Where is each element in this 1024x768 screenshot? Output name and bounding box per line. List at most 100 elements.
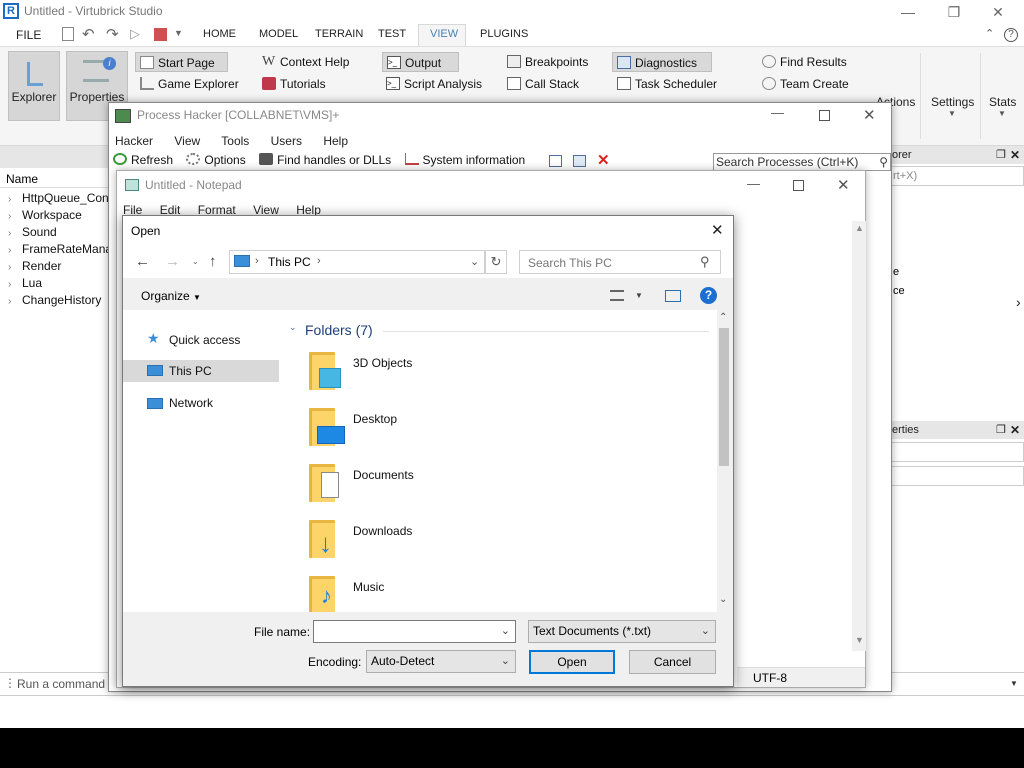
close-panel-icon[interactable]: ✕ xyxy=(1010,146,1020,164)
tab-model[interactable]: MODEL xyxy=(259,28,298,40)
file-menu[interactable]: FILE xyxy=(16,28,41,42)
close-panel-icon[interactable]: ✕ xyxy=(1010,421,1020,439)
tab-test[interactable]: TEST xyxy=(378,28,406,40)
cancel-button[interactable]: Cancel xyxy=(629,650,716,674)
team-create-button[interactable]: Team Create xyxy=(758,74,849,94)
game-explorer-button[interactable]: Game Explorer xyxy=(136,74,239,94)
preview-pane-icon[interactable] xyxy=(665,290,681,302)
ph-maximize-button[interactable] xyxy=(819,110,830,121)
scroll-up-icon[interactable]: ⌃ xyxy=(719,312,727,323)
tree-item[interactable]: › Lua xyxy=(8,276,42,290)
script-analysis-button[interactable]: >_ Script Analysis xyxy=(382,74,482,94)
nav-network[interactable]: Network xyxy=(123,392,283,414)
tree-item[interactable]: › Sound xyxy=(8,225,57,239)
studio-maximize-button[interactable]: ❐ xyxy=(938,2,970,22)
stats-button[interactable]: Stats xyxy=(989,95,1016,109)
np-minimize-button[interactable]: — xyxy=(747,176,760,191)
tab-plugins[interactable]: PLUGINS xyxy=(480,28,528,40)
window-arrow-icon[interactable] xyxy=(573,155,586,167)
undock-icon[interactable]: ❐ xyxy=(996,421,1006,439)
system-information-button[interactable]: System information xyxy=(404,153,525,167)
terminate-icon[interactable]: ✕ xyxy=(597,151,610,169)
address-dropdown-icon[interactable]: ⌄ xyxy=(470,255,479,268)
undo-icon[interactable]: ↶ xyxy=(82,25,95,43)
np-maximize-button[interactable] xyxy=(793,180,804,191)
ph-menu-tools[interactable]: Tools xyxy=(221,134,249,148)
tutorials-button[interactable]: Tutorials xyxy=(258,74,326,94)
nav-this-pc[interactable]: This PC xyxy=(123,360,279,382)
ph-menu-view[interactable]: View xyxy=(174,134,200,148)
scroll-up-icon[interactable]: ▲ xyxy=(855,223,864,233)
ph-search-input[interactable]: Search Processes (Ctrl+K) ⚲ xyxy=(713,153,891,171)
group-collapse-icon[interactable]: ⌄ xyxy=(289,322,297,333)
tree-item[interactable]: › FrameRateMana xyxy=(8,242,112,256)
folder-item[interactable]: ↓ Downloads xyxy=(307,518,457,568)
properties-filter-input[interactable] xyxy=(890,442,1024,462)
up-arrow-icon[interactable]: ↑ xyxy=(209,253,217,270)
tree-item[interactable]: › HttpQueue_Con xyxy=(8,191,109,205)
file-name-dropdown-icon[interactable]: ⌄ xyxy=(501,621,510,642)
studio-close-button[interactable]: ✕ xyxy=(982,2,1014,22)
tree-item[interactable]: › Render xyxy=(8,259,61,273)
scroll-down-icon[interactable]: ▼ xyxy=(855,635,864,645)
scroll-down-icon[interactable]: ⌄ xyxy=(719,594,727,605)
tab-terrain[interactable]: TERRAIN xyxy=(315,28,363,40)
view-dropdown-icon[interactable]: ▼ xyxy=(635,291,643,300)
find-results-button[interactable]: Find Results xyxy=(758,52,847,72)
organize-menu[interactable]: Organize ▼ xyxy=(141,289,201,303)
tab-home[interactable]: HOME xyxy=(203,28,236,40)
play-icon[interactable]: ▷ xyxy=(130,26,140,42)
folder-item[interactable]: 3D Objects xyxy=(307,350,457,400)
ph-menu-help[interactable]: Help xyxy=(323,134,348,148)
command-input[interactable]: Run a command xyxy=(17,677,105,691)
scrollbar-thumb[interactable] xyxy=(719,328,729,466)
dialog-search-input[interactable]: Search This PC ⚲ xyxy=(519,250,721,274)
options-button[interactable]: Options xyxy=(186,153,246,167)
tab-view[interactable]: VIEW xyxy=(430,28,458,40)
diagnostics-button[interactable]: Diagnostics xyxy=(612,52,712,72)
redo-icon[interactable]: ↷ xyxy=(106,25,119,43)
output-button[interactable]: >_ Output xyxy=(382,52,459,72)
stop-icon[interactable] xyxy=(154,28,167,41)
back-arrow-icon[interactable]: ← xyxy=(135,253,150,270)
window-icon[interactable] xyxy=(549,155,562,167)
file-type-select[interactable]: Text Documents (*.txt) ⌄ xyxy=(528,620,716,643)
open-button[interactable]: Open xyxy=(529,650,615,674)
encoding-select[interactable]: Auto-Detect ⌄ xyxy=(366,650,516,673)
explorer-button[interactable]: Explorer xyxy=(8,51,60,121)
explorer-filter-input[interactable]: rt+X) xyxy=(890,166,1024,186)
breakpoints-button[interactable]: Breakpoints xyxy=(503,52,588,72)
help-icon[interactable]: ? xyxy=(700,287,717,304)
tree-item[interactable]: › Workspace xyxy=(8,208,82,222)
quick-access-dropdown-icon[interactable]: ▼ xyxy=(174,28,183,38)
new-file-icon[interactable] xyxy=(62,27,74,41)
refresh-button[interactable]: Refresh xyxy=(113,153,173,167)
folder-item[interactable]: ♪ Music xyxy=(307,574,457,612)
command-dropdown-icon[interactable]: ▼ xyxy=(1010,679,1018,688)
nav-quick-access[interactable]: Quick access ★ xyxy=(123,329,283,351)
folders-group-header[interactable]: Folders (7) xyxy=(305,322,373,338)
start-page-button[interactable]: Start Page xyxy=(135,52,228,72)
ph-close-button[interactable]: ✕ xyxy=(863,106,876,124)
settings-button[interactable]: Settings xyxy=(931,95,974,109)
tree-item[interactable]: › ChangeHistory xyxy=(8,293,101,307)
folder-list-scrollbar[interactable]: ⌃ ⌄ xyxy=(717,312,731,610)
call-stack-button[interactable]: Call Stack xyxy=(503,74,579,94)
forward-arrow-icon[interactable]: → xyxy=(165,253,180,270)
refresh-icon[interactable]: ↻ xyxy=(485,250,507,274)
ph-menu-users[interactable]: Users xyxy=(271,134,302,148)
address-bar[interactable]: › This PC › ⌄ xyxy=(229,250,485,274)
undock-icon[interactable]: ❐ xyxy=(996,146,1006,164)
collapse-ribbon-icon[interactable]: ⌃ xyxy=(985,27,994,40)
dialog-close-button[interactable]: ✕ xyxy=(711,221,724,239)
find-handles-button[interactable]: Find handles or DLLs xyxy=(259,153,391,167)
view-options-icon[interactable] xyxy=(610,290,624,301)
np-vertical-scrollbar[interactable]: ▲ ▼ xyxy=(852,221,866,651)
ph-menu-hacker[interactable]: Hacker xyxy=(115,134,153,148)
context-help-button[interactable]: W Context Help xyxy=(258,52,349,72)
np-close-button[interactable]: ✕ xyxy=(837,176,850,194)
folder-item[interactable]: Documents xyxy=(307,462,457,512)
breadcrumb-this-pc[interactable]: This PC xyxy=(268,255,311,269)
folder-item[interactable]: Desktop xyxy=(307,406,457,456)
help-icon[interactable]: ? xyxy=(1004,28,1018,42)
